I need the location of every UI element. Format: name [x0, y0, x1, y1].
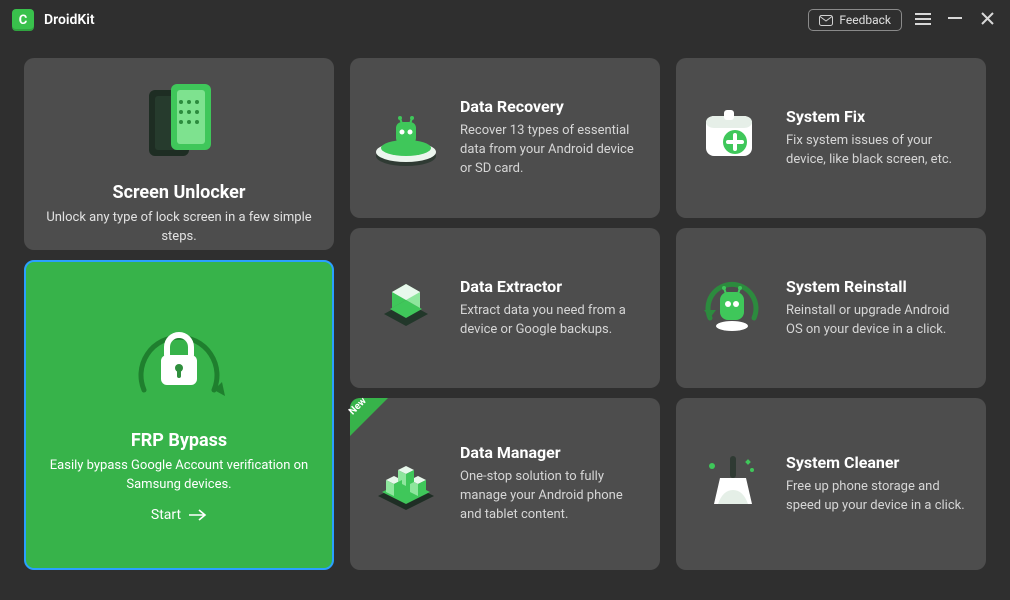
- card-screen-unlocker[interactable]: Screen Unlocker Unlock any type of lock …: [24, 58, 334, 250]
- system-reinstall-icon: [696, 272, 768, 344]
- system-cleaner-icon: [696, 448, 768, 520]
- minimize-icon: [948, 11, 962, 25]
- badge-new: New: [350, 398, 388, 436]
- card-desc: Recover 13 types of essential data from …: [460, 122, 640, 179]
- card-data-manager[interactable]: New: [350, 398, 660, 570]
- arrow-right-icon: [189, 509, 207, 521]
- card-system-reinstall[interactable]: System Reinstall Reinstall or upgrade An…: [676, 228, 986, 388]
- minimize-button[interactable]: [944, 11, 966, 29]
- card-title: System Fix: [786, 107, 966, 126]
- menu-button[interactable]: [912, 11, 934, 29]
- card-desc: Extract data you need from a device or G…: [460, 302, 640, 340]
- card-title: Data Recovery: [460, 97, 640, 116]
- feedback-label: Feedback: [839, 13, 891, 27]
- start-label: Start: [151, 507, 181, 523]
- data-recovery-icon: [370, 102, 442, 174]
- titlebar: C DroidKit Feedback: [0, 0, 1010, 40]
- card-desc: Free up phone storage and speed up your …: [786, 478, 966, 516]
- screen-unlocker-icon: [131, 82, 227, 172]
- mail-icon: [819, 15, 833, 26]
- card-system-fix[interactable]: System Fix Fix system issues of your dev…: [676, 58, 986, 218]
- card-title: Screen Unlocker: [44, 182, 314, 203]
- close-button[interactable]: [976, 12, 998, 28]
- data-manager-icon: [370, 448, 442, 520]
- card-desc: Fix system issues of your device, like b…: [786, 132, 966, 170]
- card-frp-bypass[interactable]: FRP Bypass Easily bypass Google Account …: [24, 260, 334, 570]
- card-title: System Cleaner: [786, 453, 966, 472]
- feature-grid: Screen Unlocker Unlock any type of lock …: [24, 50, 986, 576]
- card-title: Data Extractor: [460, 277, 640, 296]
- data-extractor-icon: [370, 272, 442, 344]
- card-desc: Unlock any type of lock screen in a few …: [44, 209, 314, 247]
- start-button[interactable]: Start: [151, 507, 207, 523]
- app-logo-icon: C: [12, 9, 34, 31]
- system-fix-icon: [696, 102, 768, 174]
- feedback-button[interactable]: Feedback: [808, 9, 902, 31]
- hamburger-icon: [915, 13, 931, 25]
- card-title: Data Manager: [460, 443, 640, 462]
- app-title: DroidKit: [44, 12, 95, 28]
- card-desc: Reinstall or upgrade Android OS on your …: [786, 302, 966, 340]
- card-desc: Easily bypass Google Account verificatio…: [46, 457, 312, 495]
- card-title: FRP Bypass: [46, 430, 312, 451]
- frp-bypass-icon: [119, 300, 239, 420]
- card-title: System Reinstall: [786, 277, 966, 296]
- close-icon: [981, 12, 994, 25]
- card-desc: One-stop solution to fully manage your A…: [460, 468, 640, 525]
- card-system-cleaner[interactable]: System Cleaner Free up phone storage and…: [676, 398, 986, 570]
- badge-new-label: New: [347, 396, 369, 418]
- card-data-extractor[interactable]: Data Extractor Extract data you need fro…: [350, 228, 660, 388]
- card-data-recovery[interactable]: Data Recovery Recover 13 types of essent…: [350, 58, 660, 218]
